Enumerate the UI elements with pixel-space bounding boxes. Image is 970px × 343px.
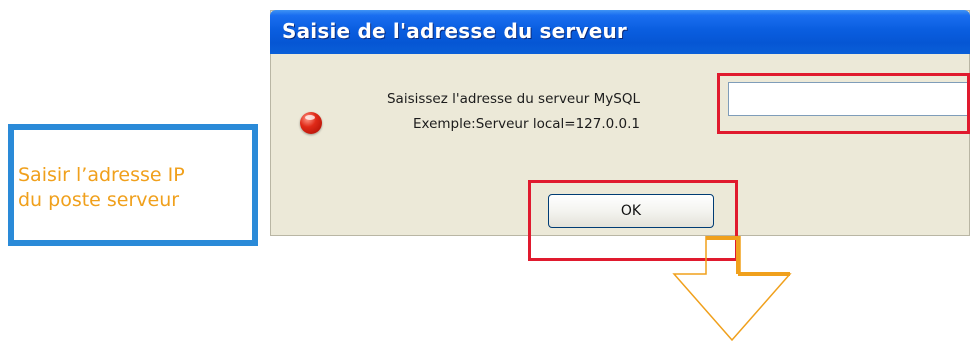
dialog-message-line-2: Exemple:Serveur local=127.0.0.1 — [412, 116, 640, 132]
down-arrow-icon — [672, 236, 792, 342]
input-highlight-frame — [717, 73, 970, 134]
annotation-text-line-1: Saisir l’adresse IP — [18, 164, 185, 186]
annotation-text-line-2: du poste serveur — [18, 189, 180, 211]
dialog-message-line-1: Saisissez l'adresse du serveur MySQL — [386, 91, 640, 107]
info-icon — [300, 112, 322, 134]
dialog-title: Saisie de l'adresse du serveur — [282, 19, 627, 43]
dialog-titlebar[interactable]: Saisie de l'adresse du serveur — [270, 10, 970, 54]
annotation-box: Saisir l’adresse IP du poste serveur — [8, 124, 258, 246]
